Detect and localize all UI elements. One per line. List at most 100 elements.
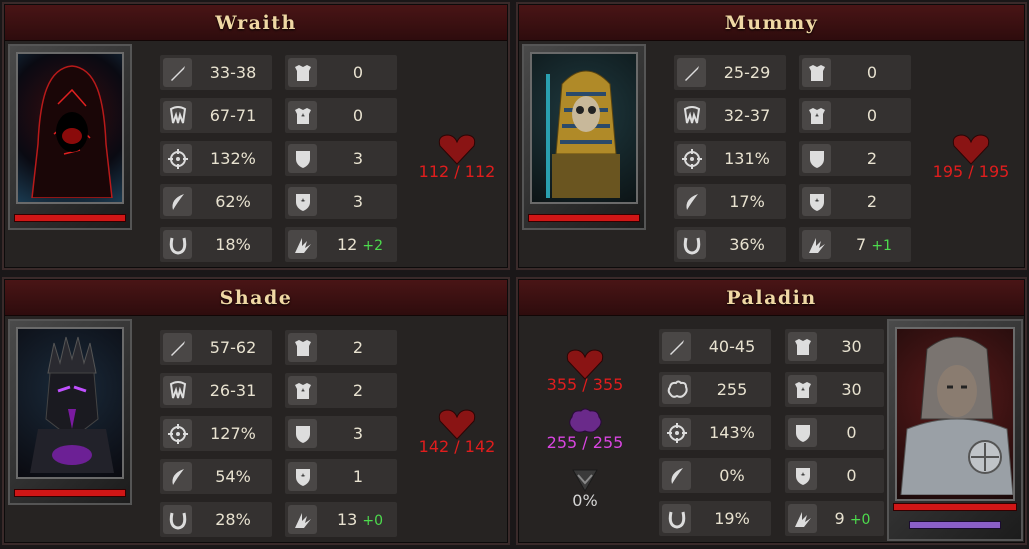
stat-crit-damage[interactable]: 26-31 <box>160 373 272 408</box>
stat-speed[interactable]: 7 +1 <box>799 227 911 262</box>
target-icon <box>163 144 192 173</box>
mana-display: 255 / 255 <box>533 407 637 452</box>
stat-value: 30 <box>841 337 862 356</box>
stat-attack[interactable]: 25-29 <box>674 55 786 90</box>
stat-value: 54% <box>215 467 251 486</box>
crit-fang-icon <box>163 101 192 130</box>
stat-accuracy[interactable]: 132% <box>160 141 272 176</box>
stat-value: 40-45 <box>708 337 756 356</box>
stat-magic-block[interactable]: 2 <box>799 184 911 219</box>
stat-value: 0 <box>866 63 878 82</box>
paladin-portrait <box>895 327 1015 501</box>
stat-dodge[interactable]: 54% <box>160 459 272 494</box>
stat-crit-damage[interactable]: 67-71 <box>160 98 272 133</box>
stat-dodge[interactable]: 62% <box>160 184 272 219</box>
stat-value: 132% <box>210 149 256 168</box>
stat-magic-power[interactable]: 255 <box>659 372 771 407</box>
stat-value: 0 <box>846 466 857 485</box>
stat-value: 131% <box>724 149 770 168</box>
evasion-icon <box>572 469 598 493</box>
stat-block[interactable]: 0 <box>785 415 884 450</box>
stat-resist[interactable]: 18% <box>160 227 272 262</box>
portrait-frame[interactable] <box>8 319 132 505</box>
stat-speed[interactable]: 12 +2 <box>285 227 397 262</box>
stat-attack[interactable]: 57-62 <box>160 330 272 365</box>
portrait-frame[interactable] <box>522 44 646 230</box>
stat-speed[interactable]: 13 +0 <box>285 502 397 537</box>
stat-value: 2 <box>352 381 364 400</box>
stat-crit-damage[interactable]: 32-37 <box>674 98 786 133</box>
armor-icon <box>288 58 317 87</box>
stat-accuracy[interactable]: 131% <box>674 141 786 176</box>
health-bar <box>14 214 126 222</box>
portrait-frame[interactable] <box>887 319 1023 541</box>
mummy-portrait <box>530 52 638 204</box>
stat-armor[interactable]: 30 <box>785 329 884 364</box>
panel-title-bar: Wraith <box>4 4 508 41</box>
health-value: 195 / 195 <box>932 162 1010 181</box>
stat-attack[interactable]: 40-45 <box>659 329 771 364</box>
stat-magic-block[interactable]: 1 <box>285 459 397 494</box>
stat-armor[interactable]: 0 <box>285 55 397 90</box>
stat-armor[interactable]: 2 <box>285 330 397 365</box>
dodge-display: 0% <box>533 467 637 510</box>
speed-icon <box>802 230 831 259</box>
stat-value: 30 <box>841 380 862 399</box>
stat-magic-armor[interactable]: 0 <box>285 98 397 133</box>
magic-armor-icon <box>288 376 317 405</box>
stat-magic-armor[interactable]: 30 <box>785 372 884 407</box>
stat-value: 18% <box>215 235 251 254</box>
stat-value: 0 <box>866 106 878 125</box>
stat-dodge[interactable]: 17% <box>674 184 786 219</box>
unit-panel-mummy: Mummy 25-29 32-37 131% 17% 36% 0 0 2 2 7… <box>516 2 1027 270</box>
shield-icon <box>802 144 831 173</box>
stat-dodge[interactable]: 0% <box>659 458 771 493</box>
target-icon <box>677 144 706 173</box>
stat-resist[interactable]: 36% <box>674 227 786 262</box>
stat-resist[interactable]: 28% <box>160 502 272 537</box>
stat-value: 127% <box>210 424 256 443</box>
mana-bar <box>909 521 1001 529</box>
stat-block[interactable]: 3 <box>285 141 397 176</box>
stat-value: 33-38 <box>209 63 257 82</box>
sword-icon <box>163 333 192 362</box>
magic-shield-icon <box>288 187 317 216</box>
stat-magic-block[interactable]: 3 <box>285 184 397 219</box>
magic-shield-icon <box>288 462 317 491</box>
panel-title-bar: Paladin <box>518 279 1025 316</box>
speed-icon <box>288 505 317 534</box>
crescent-icon <box>662 461 691 490</box>
stat-value: 32-37 <box>723 106 771 125</box>
stat-speed[interactable]: 9 +0 <box>785 501 884 536</box>
unit-panel-wraith: Wraith 33-38 67-71 132% 62% 18% 0 0 3 3 … <box>2 2 510 270</box>
stat-armor[interactable]: 0 <box>799 55 911 90</box>
stat-value: 67-71 <box>209 106 257 125</box>
stat-magic-block[interactable]: 0 <box>785 458 884 493</box>
crit-fang-icon <box>677 101 706 130</box>
stat-value: 9 +0 <box>834 509 871 528</box>
stat-magic-armor[interactable]: 2 <box>285 373 397 408</box>
panel-title-bar: Shade <box>4 279 508 316</box>
stat-magic-armor[interactable]: 0 <box>799 98 911 133</box>
sword-icon <box>677 58 706 87</box>
target-icon <box>662 418 691 447</box>
stat-value: 17% <box>729 192 765 211</box>
stat-value: 3 <box>352 149 364 168</box>
stat-block[interactable]: 3 <box>285 416 397 451</box>
stat-value: 0 <box>352 106 364 125</box>
stat-accuracy[interactable]: 143% <box>659 415 771 450</box>
sword-icon <box>662 332 691 361</box>
stat-value: 3 <box>352 424 364 443</box>
stat-value: 255 <box>716 380 748 399</box>
stat-attack[interactable]: 33-38 <box>160 55 272 90</box>
stat-resist[interactable]: 19% <box>659 501 771 536</box>
stat-block[interactable]: 2 <box>799 141 911 176</box>
portrait-frame[interactable] <box>8 44 132 230</box>
stat-value: 36% <box>729 235 765 254</box>
shade-portrait <box>16 327 124 479</box>
stat-value: 143% <box>709 423 755 442</box>
stat-accuracy[interactable]: 127% <box>160 416 272 451</box>
health-display: 142 / 142 <box>402 407 508 456</box>
shield-icon <box>288 144 317 173</box>
stat-value: 26-31 <box>209 381 257 400</box>
